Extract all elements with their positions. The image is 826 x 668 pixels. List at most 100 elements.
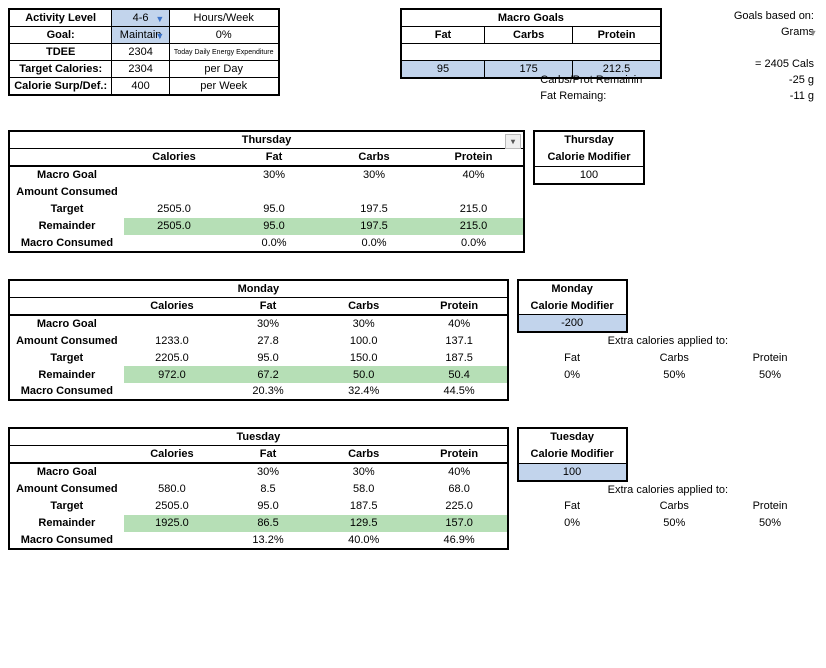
cell-value [224,184,324,201]
cell-value: 225.0 [412,498,508,515]
summary-value: 400 [112,78,170,96]
day-name-header: Tuesday [9,428,508,446]
cell-value: 30% [324,166,424,184]
cell-value: 40% [412,315,508,333]
cell-value: 137.1 [412,332,508,349]
summary-value: 2304 [112,44,170,61]
extra-value: 50% [627,515,723,532]
cell-value: 30% [224,166,324,184]
row-label: Target [9,498,124,515]
row-label: Macro Consumed [9,383,124,400]
modifier-day-label: Thursday [534,131,644,149]
summary-value[interactable]: 4-6▼ [112,9,170,27]
day-name-header: Thursday▾ [9,131,524,149]
cell-value: 32.4% [316,383,412,400]
cell-value: 215.0 [424,201,524,218]
extra-value: 50% [627,366,723,383]
row-label: Target [9,349,124,366]
cell-value: 0.0% [224,235,324,252]
cell-value: 1925.0 [124,515,221,532]
modifier-sublabel: Calorie Modifier [518,297,627,315]
macro-header-carbs: Carbs [485,27,572,44]
cell-value: 2505.0 [124,201,224,218]
cell-value: 30% [220,315,316,333]
cell-value: 187.5 [412,349,508,366]
cell-value: 30% [316,315,412,333]
cell-value: 13.2% [220,532,316,549]
cell-value: 30% [316,463,412,481]
cell-value: 40.0% [316,532,412,549]
row-label: Target [9,201,124,218]
cell-value: 86.5 [220,515,316,532]
summary-value[interactable]: Maintain▼ [112,27,170,44]
col-header: Calories [124,446,221,464]
col-header: Carbs [316,297,412,315]
col-header: Carbs [324,149,424,167]
macro-header-protein: Protein [572,27,661,44]
extra-title: Extra calories applied to: [518,332,818,349]
modifier-value[interactable]: 100 [534,166,644,184]
cell-value [124,184,224,201]
cell-value: 187.5 [316,498,412,515]
col-header: Fat [220,297,316,315]
cell-value [124,383,221,400]
day-table: Thursday▾ThursdayCaloriesFatCarbsProtein… [8,130,645,253]
summary-value: 2304 [112,61,170,78]
cell-value: 100.0 [316,332,412,349]
chevron-down-icon[interactable]: ▾ [505,134,521,149]
cell-value: 50.4 [412,366,508,383]
goals-based-on-label: Goals based on: [670,8,818,24]
row-label: Amount Consumed [9,184,124,201]
macro-value-fat[interactable]: 95 [401,61,485,79]
cell-value [124,235,224,252]
cell-value: 40% [412,463,508,481]
summary-extra: Hours/Week [169,9,278,27]
cell-value: 215.0 [424,218,524,235]
col-header: Calories [124,149,224,167]
cell-value: 1233.0 [124,332,221,349]
modifier-value[interactable]: -200 [518,315,627,333]
row-label: Amount Consumed [9,332,124,349]
cell-value: 2205.0 [124,349,221,366]
cell-value: 95.0 [220,498,316,515]
summary-label: Calorie Surp/Def.: [9,78,112,96]
chevron-down-icon[interactable]: ▼ [153,12,167,25]
day-table: MondayMondayCaloriesFatCarbsProteinCalor… [8,279,818,402]
cell-value: 129.5 [316,515,412,532]
cell-value: 972.0 [124,366,221,383]
cell-value: 0.0% [324,235,424,252]
summary-label: TDEE [9,44,112,61]
cell-value: 44.5% [412,383,508,400]
macro-goals-title: Macro Goals [401,9,662,27]
day-table: TuesdayTuesdayCaloriesFatCarbsProteinCal… [8,427,818,550]
col-header: Carbs [316,446,412,464]
cell-value: 150.0 [316,349,412,366]
cell-value [124,532,221,549]
extra-value: 0% [518,366,627,383]
col-header: Fat [220,446,316,464]
chevron-down-icon[interactable]: ▼ [153,29,167,42]
row-label: Macro Goal [9,166,124,184]
summary-label: Target Calories: [9,61,112,78]
cell-value: 95.0 [220,349,316,366]
col-header: Protein [424,149,524,167]
col-header: Calories [124,297,221,315]
col-header: Protein [412,446,508,464]
summary-extra: per Week [169,78,278,96]
extra-header: Carbs [627,498,723,515]
extra-value: 50% [722,515,818,532]
extra-value: 0% [518,515,627,532]
cell-value: 0.0% [424,235,524,252]
chevron-down-icon[interactable]: ▼ [806,26,820,39]
row-label: Remainder [9,366,124,383]
cell-value: 58.0 [316,481,412,498]
cell-value: 580.0 [124,481,221,498]
macro-header-fat: Fat [401,27,485,44]
row-label: Remainder [9,515,124,532]
modifier-value[interactable]: 100 [518,463,627,481]
macro-footer-value: -25 g [789,74,814,86]
summary-extra: Today Daily Energy Expenditure [169,44,278,61]
modifier-day-label: Tuesday [518,428,627,446]
cell-value: 46.9% [412,532,508,549]
cell-value [424,184,524,201]
